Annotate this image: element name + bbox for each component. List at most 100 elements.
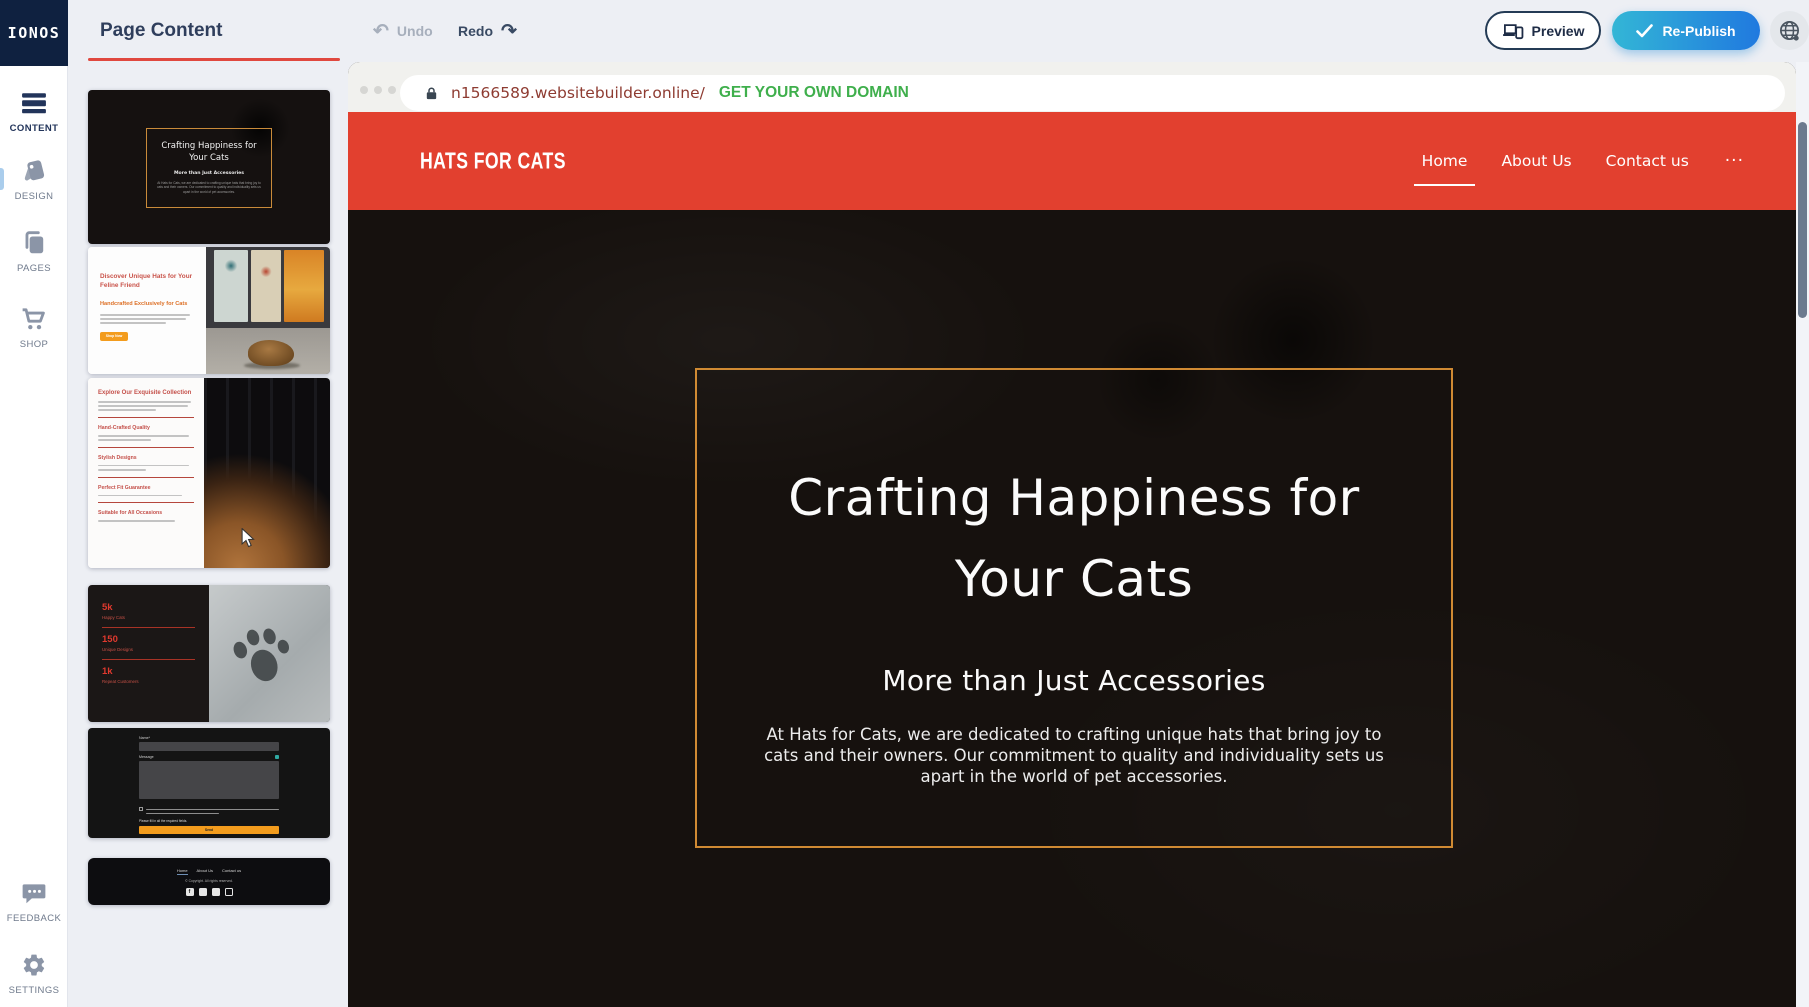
footer-social-icons: f: [186, 888, 233, 896]
footer-link: About Us: [197, 868, 213, 875]
content-icon: [21, 90, 47, 116]
footer-link: Home: [177, 868, 188, 875]
section-thumbnail-stats[interactable]: 5k Happy Cats 150 Unique Designs 1k Repe…: [88, 585, 330, 722]
thumb-stats-column: 5k Happy Cats 150 Unique Designs 1k Repe…: [88, 585, 209, 722]
sidebar-label-settings: SETTINGS: [9, 985, 60, 996]
form-name-label: Name*: [139, 736, 279, 740]
instagram-icon: [225, 888, 233, 896]
thumb-collection-item: Perfect Fit Guarantee: [98, 485, 194, 491]
app-rail: IONOS CONTENT DESIGN PAGES SHOP FEE: [0, 0, 68, 1007]
sidebar-item-content[interactable]: CONTENT: [0, 90, 68, 134]
thumb-collection-heading: Explore Our Exquisite Collection: [98, 390, 194, 396]
sidebar-item-shop[interactable]: SHOP: [0, 306, 68, 350]
undo-button[interactable]: ↶ Undo: [373, 0, 433, 62]
main-scrollbar-thumb[interactable]: [1798, 122, 1807, 318]
stat-value: 150: [102, 634, 195, 645]
sidebar-label-feedback: FEEDBACK: [7, 913, 61, 924]
undo-label: Undo: [397, 23, 433, 39]
page-content-panel: Crafting Happiness for Your Cats More th…: [68, 62, 348, 1007]
window-dot: [374, 86, 382, 94]
editor-selection-box[interactable]: Crafting Happiness for Your Cats More th…: [695, 368, 1453, 848]
thumb-hero-subtitle: More than Just Accessories: [147, 171, 271, 176]
nav-about[interactable]: About Us: [1499, 148, 1573, 174]
nav-contact[interactable]: Contact us: [1604, 148, 1691, 174]
social-icon: [212, 888, 220, 896]
thumb-collection-photo: [204, 378, 330, 568]
check-icon: [1636, 24, 1653, 38]
sidebar-label-pages: PAGES: [17, 263, 51, 274]
site-nav: Home About Us Contact us ···: [1420, 112, 1744, 210]
site-logo[interactable]: HATS FOR CATS: [420, 149, 566, 176]
footer-link: Contact us: [222, 868, 241, 875]
form-message-label: Message: [139, 755, 154, 759]
window-dot: [388, 86, 396, 94]
social-icon: [199, 888, 207, 896]
hero-subtitle: More than Just Accessories: [697, 664, 1451, 697]
main-scrollbar-track[interactable]: [1796, 62, 1809, 1007]
globe-language-button[interactable]: [1770, 11, 1809, 50]
thumb-hero-title-line2: Your Cats: [147, 152, 271, 164]
thumb-collection-item: Hand-Crafted Quality: [98, 425, 194, 431]
sidebar-item-pages[interactable]: PAGES: [0, 230, 68, 274]
globe-icon: [1778, 19, 1801, 42]
stat-value: 5k: [102, 602, 195, 613]
form-attachment-icon: [275, 755, 279, 759]
nav-home[interactable]: Home: [1420, 148, 1470, 174]
redo-button[interactable]: Redo ↷: [458, 0, 517, 62]
ionos-logo[interactable]: IONOS: [0, 0, 68, 66]
hero-section[interactable]: Crafting Happiness for Your Cats More th…: [348, 210, 1796, 1007]
hero-title-line2: Your Cats: [697, 539, 1451, 620]
thumb-hero-frame: Crafting Happiness for Your Cats More th…: [146, 128, 272, 208]
thumb-shop-subheading: Handcrafted Exclusively for Cats: [100, 301, 194, 307]
redo-label: Redo: [458, 23, 493, 39]
site-header: HATS FOR CATS Home About Us Contact us ·…: [348, 112, 1796, 210]
thumb-stats-pawprint-photo: [209, 585, 330, 722]
sidebar-label-content: CONTENT: [10, 123, 59, 134]
window-dot: [360, 86, 368, 94]
thumb-shop-photo: [206, 247, 330, 374]
sidebar-item-feedback[interactable]: FEEDBACK: [0, 880, 68, 924]
section-thumbnail-footer[interactable]: Home About Us Contact us © Copyright. Al…: [88, 858, 330, 905]
redo-icon: ↷: [501, 22, 517, 41]
form-name-input: [139, 742, 279, 751]
sidebar-item-settings[interactable]: SETTINGS: [0, 952, 68, 996]
section-thumbnail-contact-form[interactable]: Name* Message Please fill in all the req…: [88, 728, 330, 838]
section-thumbnail-hero[interactable]: Crafting Happiness for Your Cats More th…: [88, 90, 330, 244]
thumb-shop-button: Shop Now: [100, 332, 128, 341]
pages-icon: [21, 230, 47, 256]
browser-chrome: n1566589.websitebuilder.online/ GET YOUR…: [348, 62, 1796, 112]
preview-label: Preview: [1532, 23, 1585, 39]
rail-hover-indicator: [0, 168, 4, 190]
section-thumbnail-shop[interactable]: Discover Unique Hats for Your Feline Fri…: [88, 247, 330, 374]
sidebar-item-design[interactable]: DESIGN: [0, 158, 68, 202]
thumb-collection-item: Stylish Designs: [98, 455, 194, 461]
republish-button[interactable]: Re-Publish: [1612, 11, 1760, 50]
stat-value: 1k: [102, 666, 195, 677]
thumb-shop-paragraph: [100, 314, 194, 324]
nav-more-button[interactable]: ···: [1725, 151, 1744, 171]
paw-print: [209, 585, 330, 722]
top-toolbar: Page Content ↶ Undo Redo ↷ Preview Re-Pu…: [68, 0, 1809, 62]
thumb-collection-text-column: Explore Our Exquisite Collection Hand-Cr…: [88, 378, 204, 568]
section-thumbnail-collection[interactable]: Explore Our Exquisite Collection Hand-Cr…: [88, 378, 330, 568]
stat-label: Unique Designs: [102, 647, 195, 652]
site-url: n1566589.websitebuilder.online/: [451, 84, 705, 102]
design-icon: [21, 158, 47, 184]
url-bar[interactable]: n1566589.websitebuilder.online/ GET YOUR…: [400, 75, 1785, 111]
page-title: Page Content: [100, 20, 222, 42]
sidebar-label-design: DESIGN: [15, 191, 54, 202]
footer-copyright: © Copyright. All rights reserved.: [185, 879, 233, 883]
thumb-shop-heading: Discover Unique Hats for Your Feline Fri…: [100, 273, 194, 290]
get-domain-link[interactable]: GET YOUR OWN DOMAIN: [719, 84, 909, 102]
preview-button[interactable]: Preview: [1485, 11, 1601, 50]
thumb-hero-title-line1: Crafting Happiness for: [147, 140, 271, 152]
lock-icon: [424, 85, 439, 102]
thumb-shop-text-column: Discover Unique Hats for Your Feline Fri…: [88, 247, 206, 374]
panel-title-underline: [88, 58, 340, 61]
feedback-bubble-icon: [21, 880, 47, 906]
site-preview: n1566589.websitebuilder.online/ GET YOUR…: [348, 62, 1796, 1007]
thumb-form-column: Name* Message Please fill in all the req…: [139, 736, 279, 834]
form-required-note: Please fill in all the required fields.: [139, 819, 279, 823]
stat-label: Happy Cats: [102, 615, 195, 620]
sidebar-label-shop: SHOP: [20, 339, 49, 350]
